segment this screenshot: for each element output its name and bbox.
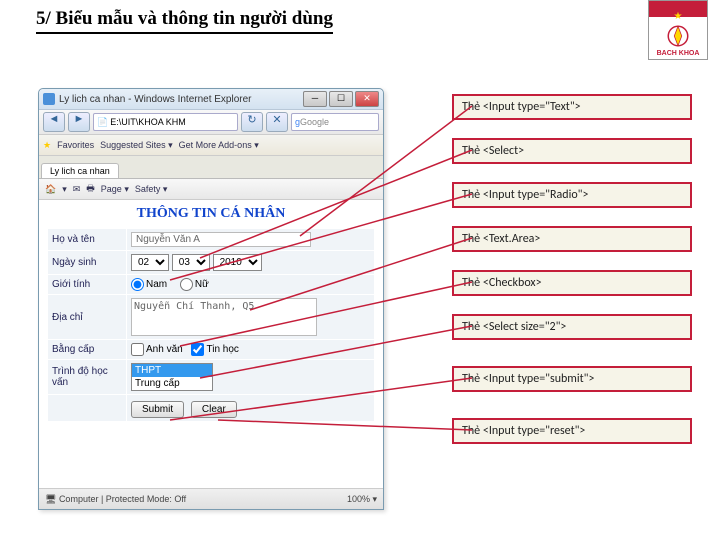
- status-bar: 🖥 Computer | Protected Mode: Off 100% ▾: [39, 488, 383, 509]
- page-content: THÔNG TIN CÁ NHÂN Họ và tên Nguyễn Văn A…: [39, 200, 383, 492]
- titlebar: Ly lich ca nhan - Windows Internet Explo…: [39, 89, 383, 110]
- search-box[interactable]: g Google: [291, 113, 379, 131]
- favorites-bar: ★ Favorites Suggested Sites ▾ Get More A…: [39, 135, 383, 156]
- suggested-sites[interactable]: Suggested Sites ▾: [100, 140, 173, 151]
- browser-window: Ly lich ca nhan - Windows Internet Explo…: [38, 88, 384, 510]
- select-day[interactable]: 02: [131, 254, 169, 271]
- forward-button[interactable]: ►: [68, 112, 90, 132]
- label-male: Nam: [146, 279, 167, 290]
- callout-radio: Thẻ <Input type="Radio">: [452, 182, 692, 208]
- address-bar[interactable]: 📄E:\UIT\KHOA KHM: [93, 113, 238, 131]
- radio-female[interactable]: [180, 278, 193, 291]
- option-thpt[interactable]: THPT: [132, 364, 212, 377]
- page-icon: 📄: [97, 117, 108, 128]
- label-address: Địa chỉ: [48, 295, 127, 340]
- close-button[interactable]: ✕: [355, 91, 379, 107]
- clear-button[interactable]: Clear: [191, 401, 237, 418]
- stop-button[interactable]: ✕: [266, 112, 288, 132]
- window-title: Ly lich ca nhan - Windows Internet Explo…: [59, 94, 303, 105]
- callout-input-text: Thẻ <Input type="Text">: [452, 94, 692, 120]
- feeds-icon[interactable]: ▾: [62, 184, 67, 195]
- input-name[interactable]: Nguyễn Văn A: [131, 232, 311, 247]
- favorites-label[interactable]: Favorites: [57, 140, 94, 150]
- callout-checkbox: Thẻ <Checkbox>: [452, 270, 692, 296]
- star-icon: ★: [674, 11, 683, 22]
- label-edu: Trình độ học vấn: [48, 360, 127, 395]
- favorites-star-icon: ★: [43, 140, 51, 151]
- checkbox-it[interactable]: [191, 343, 204, 356]
- home-icon[interactable]: 🏠: [45, 184, 56, 195]
- refresh-button[interactable]: ↻: [241, 112, 263, 132]
- label-cert: Bằng cấp: [48, 340, 127, 360]
- page-menu[interactable]: Page ▾: [101, 184, 129, 195]
- callout-textarea: Thẻ <Text.Area>: [452, 226, 692, 252]
- tab-active[interactable]: Ly lich ca nhan: [41, 163, 119, 178]
- safety-menu[interactable]: Safety ▾: [135, 184, 168, 195]
- zoom-level[interactable]: 100% ▾: [347, 494, 377, 505]
- callout-select-size: Thẻ <Select size="2">: [452, 314, 692, 340]
- submit-button[interactable]: Submit: [131, 401, 184, 418]
- computer-icon: 🖥: [45, 494, 59, 504]
- callout-reset: Thẻ <Input type="reset">: [452, 418, 692, 444]
- logo-bachkhoa: ★ BACH KHOA: [648, 0, 708, 60]
- callout-select: Thẻ <Select>: [452, 138, 692, 164]
- label-it: Tin học: [206, 344, 238, 355]
- textarea-address[interactable]: Nguyễn Chí Thanh, Q5: [131, 298, 317, 336]
- form-title: THÔNG TIN CÁ NHÂN: [47, 206, 375, 222]
- select-month[interactable]: 03: [172, 254, 210, 271]
- label-name: Họ và tên: [48, 229, 127, 251]
- command-bar: 🏠 ▾ ✉ 🖶 Page ▾ Safety ▾: [39, 179, 383, 200]
- label-female: Nữ: [195, 279, 209, 290]
- label-dob: Ngày sinh: [48, 251, 127, 275]
- option-trungcap[interactable]: Trung cấp: [132, 377, 212, 390]
- callout-submit: Thẻ <Input type="submit">: [452, 366, 692, 392]
- status-text: Computer | Protected Mode: Off: [59, 494, 186, 504]
- checkbox-english[interactable]: [131, 343, 144, 356]
- get-more-addons[interactable]: Get More Add-ons ▾: [179, 140, 259, 151]
- logo-text: BACH KHOA: [657, 50, 700, 57]
- radio-male[interactable]: [131, 278, 144, 291]
- maximize-button[interactable]: ☐: [329, 91, 353, 107]
- label-english: Anh văn: [146, 344, 183, 355]
- ie-icon: [43, 93, 55, 105]
- tab-bar: Ly lich ca nhan: [39, 156, 383, 179]
- select-edu[interactable]: THPT Trung cấp: [131, 363, 213, 391]
- label-sex: Giới tính: [48, 275, 127, 295]
- minimize-button[interactable]: ─: [303, 91, 327, 107]
- back-button[interactable]: ◄: [43, 112, 65, 132]
- section-heading: 5/ Biểu mẫu và thông tin người dùng: [36, 8, 333, 34]
- navbar: ◄ ► 📄E:\UIT\KHOA KHM ↻ ✕ g Google: [39, 110, 383, 135]
- select-year[interactable]: 2010: [213, 254, 262, 271]
- mail-icon[interactable]: ✉: [73, 184, 81, 195]
- print-icon[interactable]: 🖶: [86, 181, 95, 197]
